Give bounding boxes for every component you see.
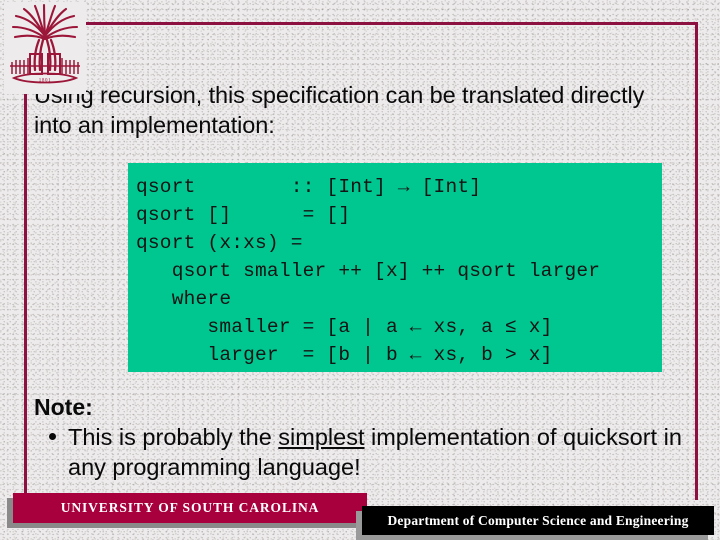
page-title: Using recursion, this specification can … <box>34 82 645 138</box>
bullet-icon <box>49 433 56 440</box>
footer-department-banner: Department of Computer Science and Engin… <box>362 506 714 535</box>
footer-university-label: UNIVERSITY OF SOUTH CAROLINA <box>60 500 320 515</box>
footer-university-banner: UNIVERSITY OF SOUTH CAROLINA <box>13 493 367 523</box>
note-bullet-list: This is probably the simplest implementa… <box>34 422 694 482</box>
frame-top-rule <box>24 22 698 25</box>
note-text-emphasis: simplest <box>278 424 365 450</box>
footer-department-label: Department of Computer Science and Engin… <box>387 512 689 528</box>
frame-right-rule <box>695 22 698 500</box>
slide-canvas: 1801 Using recursion, this specification… <box>0 0 720 540</box>
usc-palmetto-seal-logo: 1801 <box>4 2 86 94</box>
note-text-before: This is probably the <box>68 424 279 450</box>
note-heading: Note: <box>34 394 93 420</box>
list-item: This is probably the simplest implementa… <box>34 422 694 482</box>
note-section: Note: This is probably the simplest impl… <box>34 392 694 482</box>
haskell-qsort-source: qsort :: [Int] → [Int] qsort [] = [] qso… <box>136 176 601 366</box>
code-block: qsort :: [Int] → [Int] qsort [] = [] qso… <box>128 163 662 372</box>
svg-text:1801: 1801 <box>39 79 51 84</box>
